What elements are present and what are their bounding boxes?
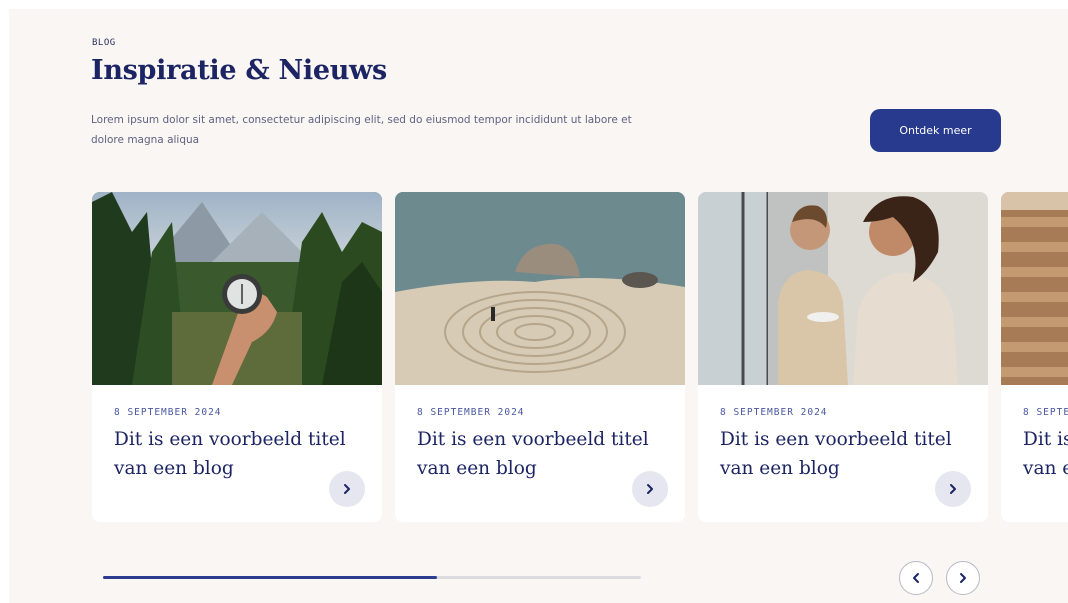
discover-more-button[interactable]: Ontdek meer: [870, 109, 1001, 152]
carousel-next-button[interactable]: [946, 561, 980, 595]
blog-card[interactable]: 8 SEPTEMBER 2024 Dit is een voorbeeld ti…: [395, 192, 685, 522]
card-next-button[interactable]: [935, 471, 971, 507]
chevron-right-icon: [960, 573, 966, 583]
blog-card[interactable]: 8 SEPTEMBER 2024 Dit is een voorbeeld ti…: [698, 192, 988, 522]
card-date: 8 SEPTEMBER 2024: [417, 407, 525, 418]
card-date: 8 SEPTEMBER 2024: [1023, 407, 1068, 418]
blog-section: BLOG Inspiratie & Nieuws Lorem ipsum dol…: [9, 9, 1068, 603]
card-title[interactable]: Dit is een voorbeeld titel van een blog: [114, 425, 369, 483]
card-title[interactable]: Dit is een voorbeeld titel van een blog: [720, 425, 975, 483]
card-title[interactable]: Dit is een voorbeeld titel van een blog: [1023, 425, 1068, 483]
card-image-compass: [92, 192, 382, 385]
section-title: Inspiratie & Nieuws: [91, 55, 387, 86]
carousel-prev-button[interactable]: [899, 561, 933, 595]
chevron-left-icon: [913, 573, 919, 583]
card-image-conversation: [698, 192, 988, 385]
card-next-button[interactable]: [329, 471, 365, 507]
carousel-progress-fill: [103, 576, 437, 579]
section-intro: Lorem ipsum dolor sit amet, consectetur …: [91, 114, 632, 146]
chevron-right-icon: [344, 484, 350, 494]
blog-card[interactable]: 8 SEPTEMBER 2024 Dit is een voorbeeld ti…: [1001, 192, 1068, 522]
chevron-right-icon: [950, 484, 956, 494]
card-image-labyrinth: [395, 192, 685, 385]
chevron-right-icon: [647, 484, 653, 494]
card-next-button[interactable]: [632, 471, 668, 507]
blog-card[interactable]: 8 SEPTEMBER 2024 Dit is een voorbeeld ti…: [92, 192, 382, 522]
card-image-stairs: [1001, 192, 1068, 385]
carousel-progress-bar: [103, 576, 641, 579]
card-date: 8 SEPTEMBER 2024: [720, 407, 828, 418]
card-date: 8 SEPTEMBER 2024: [114, 407, 222, 418]
section-eyebrow: BLOG: [92, 38, 116, 48]
card-title[interactable]: Dit is een voorbeeld titel van een blog: [417, 425, 672, 483]
